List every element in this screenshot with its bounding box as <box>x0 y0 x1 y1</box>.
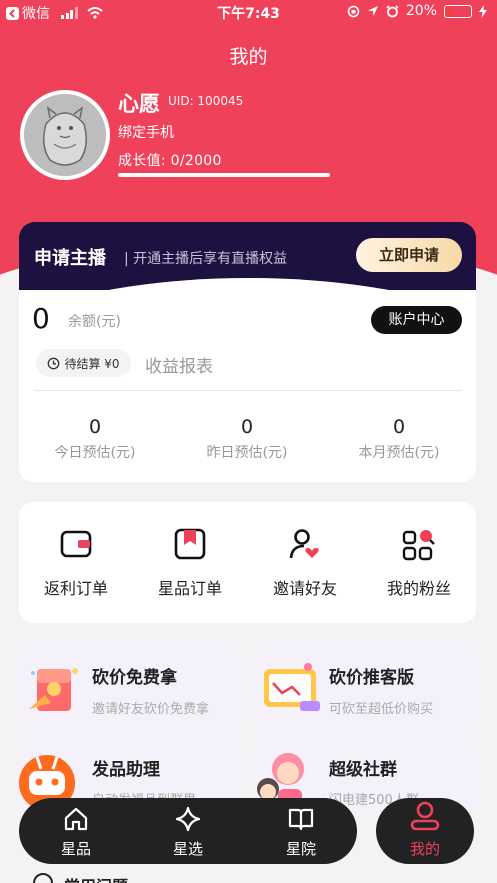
battery-icon <box>444 4 472 18</box>
nav-tab-label: 星院 <box>285 840 316 858</box>
avatar-image <box>24 94 106 176</box>
battery-percent: 20% <box>405 3 437 19</box>
anchor-banner-subtitle: | 开通主播后享有直播权益 <box>124 251 288 267</box>
nav-tab-label: 星选 <box>172 840 203 858</box>
promo-title: 砍价推客版 <box>329 668 414 688</box>
status-bar-right: 20% <box>347 3 487 19</box>
apply-now-button[interactable]: 立即申请 <box>356 238 462 272</box>
stat-today: 0 今日预估(元) <box>25 416 165 462</box>
nickname: 心愿 <box>118 92 160 116</box>
alarm-icon <box>386 4 399 17</box>
location-icon <box>367 6 378 16</box>
quick-action-invite-friends[interactable]: 邀请好友 <box>248 526 362 599</box>
wallet-icon <box>19 526 133 562</box>
quick-action-label: 星品订单 <box>157 579 222 598</box>
pending-settlement-label: 待结算 ¥0 <box>64 356 120 371</box>
stat-month: 0 本月预估(元) <box>329 416 469 462</box>
home-icon <box>36 806 116 832</box>
promo-title: 发品助理 <box>92 760 160 780</box>
divider <box>34 390 462 391</box>
profile-icon <box>410 801 440 831</box>
charging-icon <box>479 4 487 18</box>
quick-action-label: 我的粉丝 <box>386 579 451 598</box>
promo-title: 超级社群 <box>329 760 397 780</box>
bind-phone-link[interactable]: 绑定手机 <box>118 122 174 142</box>
bookmark-icon <box>133 526 247 562</box>
page-title: 我的 <box>229 46 268 68</box>
orientation-lock-icon <box>347 5 360 17</box>
pending-settlement-chip[interactable]: 待结算 ¥0 <box>36 349 131 377</box>
bargain-chart-icon <box>264 663 320 711</box>
nav-tab-star-select[interactable]: 星选 <box>148 806 228 859</box>
account-center-button[interactable]: 账户中心 <box>371 306 462 334</box>
growth-value: 成长值: 0/2000 <box>118 153 222 169</box>
common-questions-heading: 常用问题 <box>64 873 128 883</box>
stat-label: 本月预估(元) <box>358 445 440 461</box>
promo-bargain-free[interactable]: 砍价免费拿 邀请好友砍价免费拿 <box>19 643 241 735</box>
quick-action-star-orders[interactable]: 星品订单 <box>133 526 247 599</box>
user-id: UID: 100045 <box>168 94 244 108</box>
nav-tab-star-academy[interactable]: 星院 <box>261 806 341 859</box>
stat-yesterday: 0 昨日预估(元) <box>177 416 317 462</box>
avatar[interactable] <box>20 90 110 180</box>
promo-bargain-pro[interactable]: 砍价推客版 可砍至超低价购买 <box>256 643 478 735</box>
quick-action-my-fans[interactable]: 我的粉丝 <box>362 526 476 599</box>
promo-subtitle: 可砍至超低价购买 <box>329 702 434 717</box>
stat-value: 0 <box>240 416 254 438</box>
growth-progress-bar <box>118 173 330 177</box>
stat-label: 昨日预估(元) <box>206 445 288 461</box>
fans-grid-icon <box>362 526 476 562</box>
promo-subtitle: 邀请好友砍价免费拿 <box>92 702 210 717</box>
nav-tab-label: 星品 <box>60 840 91 858</box>
anchor-banner-title: 申请主播 <box>34 248 106 269</box>
nav-tab-label-active: 我的 <box>409 840 440 858</box>
promo-title: 砍价免费拿 <box>92 668 177 688</box>
balance-value: 0 <box>32 302 50 335</box>
quick-action-label: 返利订单 <box>43 579 108 598</box>
stat-value: 0 <box>88 416 102 438</box>
red-envelope-icon <box>29 668 78 711</box>
invite-user-icon <box>248 526 362 562</box>
quick-action-rebate-orders[interactable]: 返利订单 <box>19 526 133 599</box>
stat-label: 今日预估(元) <box>54 445 136 461</box>
question-circle-icon <box>33 873 53 883</box>
nav-tab-star-products[interactable]: 星品 <box>36 806 116 859</box>
book-icon <box>261 806 341 832</box>
earnings-report-link[interactable]: 收益报表 <box>145 352 213 377</box>
balance-label: 余额(元) <box>68 314 121 330</box>
quick-action-label: 邀请好友 <box>272 579 337 598</box>
stat-value: 0 <box>392 416 406 438</box>
clock-icon <box>48 357 60 369</box>
sparkle-icon <box>148 806 228 832</box>
